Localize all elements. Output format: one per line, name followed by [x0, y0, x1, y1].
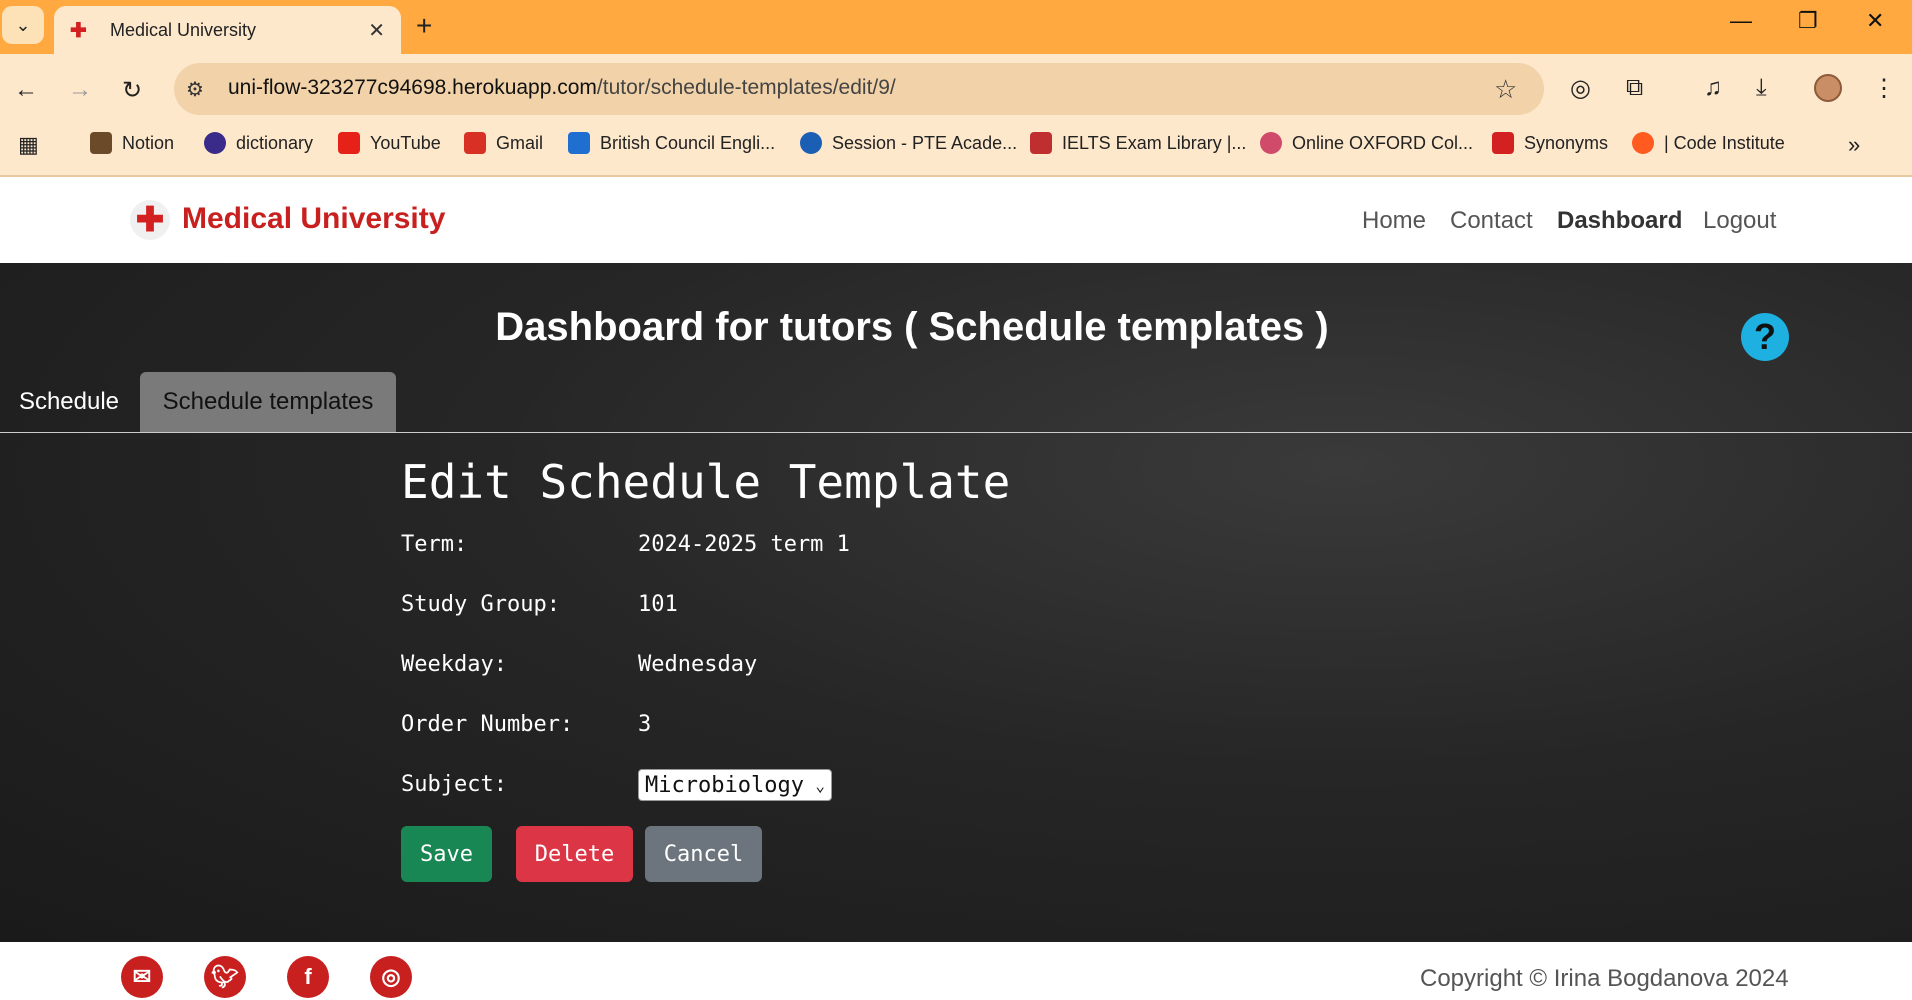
help-icon[interactable]: ?	[1741, 313, 1789, 361]
bookmark-label: Session - PTE Acade...	[832, 132, 1018, 153]
chevron-down-icon: ⌄	[815, 775, 825, 795]
bookmark-label: Gmail	[496, 132, 544, 153]
profile-avatar[interactable]	[1814, 74, 1842, 102]
nav-contact[interactable]: Contact	[1450, 207, 1533, 235]
gmail-icon	[464, 132, 486, 154]
bookmark-british-council[interactable]: British Council Engli...	[568, 132, 775, 154]
oxford-icon	[1260, 132, 1282, 154]
menu-icon[interactable]: ⋮	[1872, 74, 1896, 103]
bookmark-label: dictionary	[236, 132, 314, 153]
nav-logout[interactable]: Logout	[1703, 207, 1776, 235]
grammarly-icon[interactable]: ◎	[1570, 74, 1591, 103]
bookmark-oxford[interactable]: Online OXFORD Col...	[1260, 132, 1473, 154]
facebook-icon[interactable]: f	[287, 956, 329, 998]
close-tab-icon[interactable]: ✕	[368, 18, 385, 43]
more-bookmarks-icon[interactable]: »	[1848, 132, 1860, 158]
email-icon[interactable]: ✉	[121, 956, 163, 998]
chalkboard-background	[0, 263, 1912, 942]
apps-grid-icon[interactable]: ▦	[18, 132, 39, 158]
site-info-icon[interactable]: ⚙	[186, 77, 204, 102]
bookmark-notion[interactable]: Notion	[90, 132, 174, 154]
new-tab-button[interactable]: +	[416, 10, 432, 42]
twitter-icon[interactable]: 🐦︎	[204, 956, 246, 998]
form-heading: Edit Schedule Template	[401, 455, 1011, 509]
instagram-icon[interactable]: ◎	[370, 956, 412, 998]
copyright-text: Copyright © Irina Bogdanova 2024	[1420, 965, 1789, 992]
back-icon[interactable]: ←	[14, 76, 38, 104]
tab-title: Medical University	[110, 19, 257, 40]
bookmark-pte[interactable]: Session - PTE Acade...	[800, 132, 1017, 154]
save-button[interactable]: Save	[401, 826, 492, 882]
code-institute-icon	[1632, 132, 1654, 154]
bookmark-synonyms[interactable]: Synonyms	[1492, 132, 1608, 154]
dictionary-icon	[204, 132, 226, 154]
media-control-icon[interactable]: ♫	[1704, 74, 1722, 102]
bookmark-label: IELTS Exam Library |...	[1062, 132, 1247, 153]
nav-dashboard[interactable]: Dashboard	[1557, 207, 1682, 235]
subject-select[interactable]: Microbiology ⌄	[638, 769, 832, 801]
british-council-icon	[568, 132, 590, 154]
url-path: /tutor/schedule-templates/edit/9/	[596, 76, 896, 99]
browser-tab[interactable]: ✚ Medical University ✕	[54, 6, 401, 54]
tab-search-button[interactable]: ⌄	[2, 6, 44, 44]
tab-schedule-templates[interactable]: Schedule templates	[140, 372, 396, 432]
subject-selected-value: Microbiology	[645, 772, 804, 798]
url-host: uni-flow-323277c94698.herokuapp.com	[228, 76, 597, 99]
bookmark-dictionary[interactable]: dictionary	[204, 132, 313, 154]
youtube-icon	[338, 132, 360, 154]
minimize-icon[interactable]: —	[1730, 8, 1752, 34]
weekday-value: Wednesday	[638, 652, 758, 677]
bookmark-label: YouTube	[370, 132, 441, 153]
tab-schedule[interactable]: Schedule	[0, 372, 138, 432]
term-label: Term:	[401, 532, 468, 557]
page-title: Dashboard for tutors ( Schedule template…	[495, 305, 1329, 349]
bookmark-label: Notion	[122, 132, 175, 153]
order-number-label: Order Number:	[401, 712, 574, 737]
bookmark-star-icon[interactable]: ☆	[1494, 74, 1517, 105]
pte-icon	[800, 132, 822, 154]
url-text[interactable]: uni-flow-323277c94698.herokuapp.com/tuto…	[228, 76, 896, 100]
download-icon[interactable]: ⤓	[1756, 74, 1767, 102]
study-group-value: 101	[638, 592, 678, 617]
favicon-icon: ✚	[70, 19, 87, 42]
synonyms-icon	[1492, 132, 1514, 154]
bookmark-youtube[interactable]: YouTube	[338, 132, 441, 154]
term-value: 2024-2025 term 1	[638, 532, 850, 557]
brand-link[interactable]: Medical University	[182, 202, 445, 236]
bookmark-ielts[interactable]: IELTS Exam Library |...	[1030, 132, 1246, 154]
ielts-icon	[1030, 132, 1052, 154]
extensions-icon[interactable]: ⧉	[1626, 74, 1643, 102]
bookmark-label: | Code Institute	[1664, 132, 1785, 153]
bookmark-code-institute[interactable]: | Code Institute	[1632, 132, 1785, 154]
close-window-icon[interactable]: ✕	[1866, 8, 1884, 34]
bookmark-label: British Council Engli...	[600, 132, 776, 153]
cancel-button[interactable]: Cancel	[645, 826, 762, 882]
bookmark-label: Synonyms	[1524, 132, 1609, 153]
bookmark-label: Online OXFORD Col...	[1292, 132, 1474, 153]
subject-label: Subject:	[401, 772, 507, 797]
study-group-label: Study Group:	[401, 592, 560, 617]
red-cross-logo-icon[interactable]: ✚	[130, 200, 170, 240]
notion-icon	[90, 132, 112, 154]
delete-button[interactable]: Delete	[516, 826, 633, 882]
nav-home[interactable]: Home	[1362, 207, 1426, 235]
forward-icon[interactable]: →	[68, 76, 92, 104]
order-number-value: 3	[638, 712, 652, 737]
weekday-label: Weekday:	[401, 652, 507, 677]
bookmark-gmail[interactable]: Gmail	[464, 132, 543, 154]
reload-icon[interactable]: ↻	[122, 76, 142, 105]
restore-icon[interactable]: ❐	[1798, 8, 1818, 34]
tab-divider	[0, 432, 1912, 433]
